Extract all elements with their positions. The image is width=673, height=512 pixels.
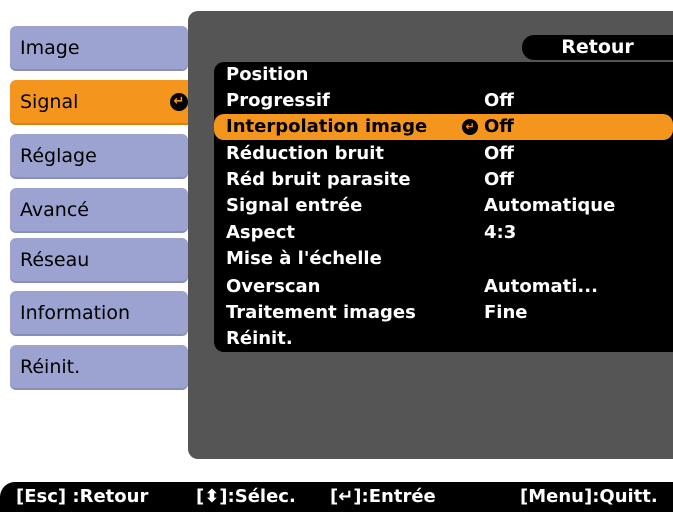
menu-item-value: Off: [484, 90, 514, 111]
menu-item-value: Off: [484, 116, 514, 137]
help-enter: [↵]:Entrée: [330, 486, 436, 507]
menu-item-label: Position: [226, 64, 309, 85]
tab-signal[interactable]: Signal ↵: [10, 80, 200, 125]
tab-reinit[interactable]: Réinit.: [10, 345, 188, 390]
menu-item-label: Réduction bruit: [226, 143, 385, 164]
menu-item-interpolation-image[interactable]: Interpolation image ↵ Off: [214, 114, 673, 140]
tab-label: Signal: [20, 91, 79, 113]
menu-item-overscan[interactable]: Overscan Automati...: [214, 274, 673, 300]
menu-item-label: Overscan: [226, 276, 321, 297]
enter-icon: ↵: [462, 119, 478, 135]
menu-item-red-bruit-parasite[interactable]: Réd bruit parasite Off: [214, 167, 673, 193]
menu-item-label: Mise à l'échelle: [226, 248, 382, 269]
help-bar: [Esc] :Retour [⬍]:Sélec. [↵]:Entrée [Men…: [0, 482, 673, 512]
tab-information[interactable]: Information: [10, 291, 188, 336]
tab-avance[interactable]: Avancé: [10, 188, 188, 233]
tab-label: Réglage: [20, 145, 97, 167]
menu-item-aspect[interactable]: Aspect 4:3: [214, 220, 673, 246]
tab-label: Information: [20, 302, 130, 324]
menu-item-value: Fine: [484, 302, 528, 323]
tab-label: Réseau: [20, 249, 90, 271]
menu-item-value: Off: [484, 143, 514, 164]
menu-item-value: Off: [484, 169, 514, 190]
menu-item-progressif[interactable]: Progressif Off: [214, 88, 673, 114]
help-esc: [Esc] :Retour: [16, 486, 149, 507]
tab-reglage[interactable]: Réglage: [10, 134, 188, 179]
menu-item-reinit[interactable]: Réinit.: [214, 326, 673, 352]
menu-item-label: Réd bruit parasite: [226, 169, 411, 190]
menu-item-mise-a-echelle[interactable]: Mise à l'échelle: [214, 246, 673, 272]
back-button-label: Retour: [561, 36, 634, 58]
menu-item-position[interactable]: Position: [214, 62, 673, 88]
menu-item-label: Signal entrée: [226, 195, 363, 216]
menu-item-value: Automati...: [484, 276, 598, 297]
menu-item-traitement-images[interactable]: Traitement images Fine: [214, 300, 673, 326]
menu-item-label: Réinit.: [226, 328, 293, 349]
tab-label: Réinit.: [20, 356, 81, 378]
menu-item-reduction-bruit[interactable]: Réduction bruit Off: [214, 141, 673, 167]
enter-icon: ↵: [170, 93, 188, 111]
tab-label: Image: [20, 37, 80, 59]
help-select: [⬍]:Sélec.: [196, 486, 296, 507]
menu-item-label: Traitement images: [226, 302, 416, 323]
menu-item-label: Aspect: [226, 222, 296, 243]
projector-menu: Image Signal ↵ Réglage Avancé Réseau Inf…: [0, 0, 673, 512]
tab-reseau[interactable]: Réseau: [10, 238, 188, 283]
tab-image[interactable]: Image: [10, 26, 188, 71]
menu-item-label: Interpolation image: [226, 116, 428, 137]
menu-item-value: Automatique: [484, 195, 616, 216]
menu-item-value: 4:3: [484, 222, 517, 243]
back-button[interactable]: Retour: [522, 35, 673, 60]
menu-item-signal-entree[interactable]: Signal entrée Automatique: [214, 193, 673, 219]
help-menu: [Menu]:Quitt.: [520, 486, 658, 507]
tab-label: Avancé: [20, 199, 89, 221]
menu-item-label: Progressif: [226, 90, 330, 111]
